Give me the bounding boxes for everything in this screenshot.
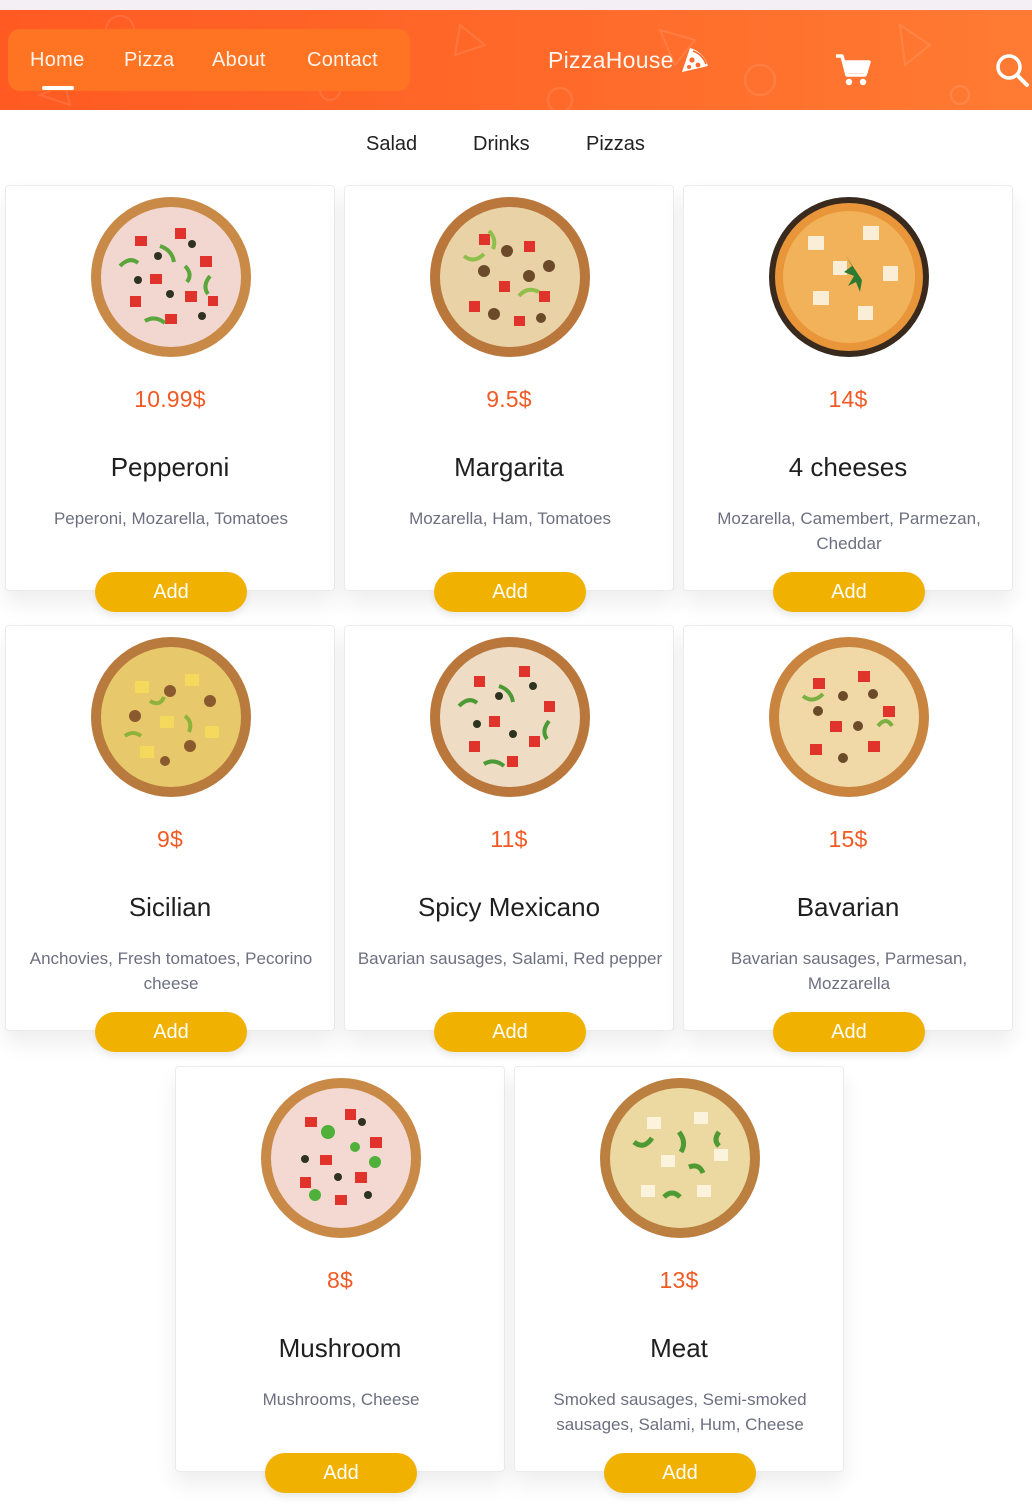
top-strip [0, 0, 1032, 10]
product-card: 8$ Mushroom Mushrooms, Cheese Add [175, 1066, 505, 1493]
brand-name: PizzaHouse [548, 46, 674, 73]
category-salad[interactable]: Salad [366, 128, 417, 160]
category-drinks[interactable]: Drinks [473, 128, 530, 160]
add-to-cart-button[interactable]: Add [95, 572, 247, 612]
product-description: Mozarella, Ham, Tomatoes [409, 509, 611, 528]
site-header: Home Pizza About Contact PizzaHouse [0, 10, 1032, 110]
pepperoni-pizza-image [91, 197, 251, 357]
add-to-cart-button[interactable]: Add [773, 572, 925, 612]
category-tabs: Salad Drinks Pizzas [0, 128, 1032, 160]
spicy-mexicano-pizza-image [430, 637, 590, 797]
cart-icon[interactable] [834, 53, 872, 87]
add-to-cart-button[interactable]: Add [95, 1012, 247, 1052]
nav-about[interactable]: About [212, 46, 266, 74]
product-name: Pepperoni [110, 452, 230, 482]
product-price: 14$ [828, 386, 868, 412]
product-card: 10.99$ Pepperoni Peperoni, Mozarella, To… [5, 185, 335, 612]
nav-contact[interactable]: Contact [307, 46, 378, 74]
product-name: Meat [650, 1333, 708, 1363]
product-description: Bavarian sausages, Parmesan, Mozzarella [730, 949, 968, 993]
product-description: Peperoni, Mozarella, Tomatoes [53, 509, 289, 528]
add-to-cart-button[interactable]: Add [604, 1453, 756, 1493]
meat-pizza-image [600, 1078, 760, 1238]
add-to-cart-button[interactable]: Add [434, 1012, 586, 1052]
add-to-cart-button[interactable]: Add [773, 1012, 925, 1052]
nav-active-indicator [42, 86, 74, 90]
product-name: Bavarian [796, 892, 900, 922]
product-card: 9.5$ Margarita Mozarella, Ham, Tomatoes … [344, 185, 674, 612]
product-price: 11$ [490, 826, 528, 852]
bavarian-pizza-image [769, 637, 929, 797]
product-price: 9.5$ [486, 386, 532, 412]
product-name: 4 cheeses [788, 452, 908, 482]
product-price: 15$ [828, 826, 868, 852]
brand-logo[interactable]: PizzaHouse [548, 44, 710, 76]
product-price: 10.99$ [134, 386, 206, 412]
product-name: Spicy Mexicano [417, 892, 601, 922]
product-card: 14$ 4 cheeses Mozarella, Camembert, Parm… [683, 185, 1013, 612]
product-card: 15$ Bavarian Bavarian sausages, Parmesan… [683, 625, 1013, 1052]
product-price: 9$ [157, 826, 183, 852]
add-to-cart-button[interactable]: Add [265, 1453, 417, 1493]
product-description: Mozarella, Camembert, Parmezan, Cheddar [717, 509, 981, 553]
margarita-pizza-image [430, 197, 590, 357]
nav-pizza[interactable]: Pizza [124, 46, 174, 74]
nav-home[interactable]: Home [30, 46, 85, 74]
search-icon[interactable] [994, 52, 1030, 88]
product-description: Mushrooms, Cheese [262, 1390, 420, 1409]
product-name: Sicilian [128, 892, 212, 922]
product-description: Anchovies, Fresh tomatoes, Pecorino chee… [29, 949, 313, 993]
mushroom-pizza-image [261, 1078, 421, 1238]
product-card: 13$ Meat Smoked sausages, Semi-smoked sa… [514, 1066, 844, 1493]
product-name: Margarita [454, 452, 564, 482]
product-description: Smoked sausages, Semi-smoked sausages, S… [553, 1390, 807, 1434]
sicilian-pizza-image [91, 637, 251, 797]
product-name: Mushroom [278, 1333, 402, 1363]
product-price: 8$ [327, 1267, 353, 1293]
four-cheeses-pizza-image [769, 197, 929, 357]
product-card: 9$ Sicilian Anchovies, Fresh tomatoes, P… [5, 625, 335, 1052]
pizza-slice-icon [681, 48, 708, 72]
product-card: 11$ Spicy Mexicano Bavarian sausages, Sa… [344, 625, 674, 1052]
category-pizzas[interactable]: Pizzas [586, 128, 645, 160]
add-to-cart-button[interactable]: Add [434, 572, 586, 612]
product-description: Bavarian sausages, Salami, Red pepper [357, 949, 663, 968]
product-price: 13$ [659, 1267, 699, 1293]
